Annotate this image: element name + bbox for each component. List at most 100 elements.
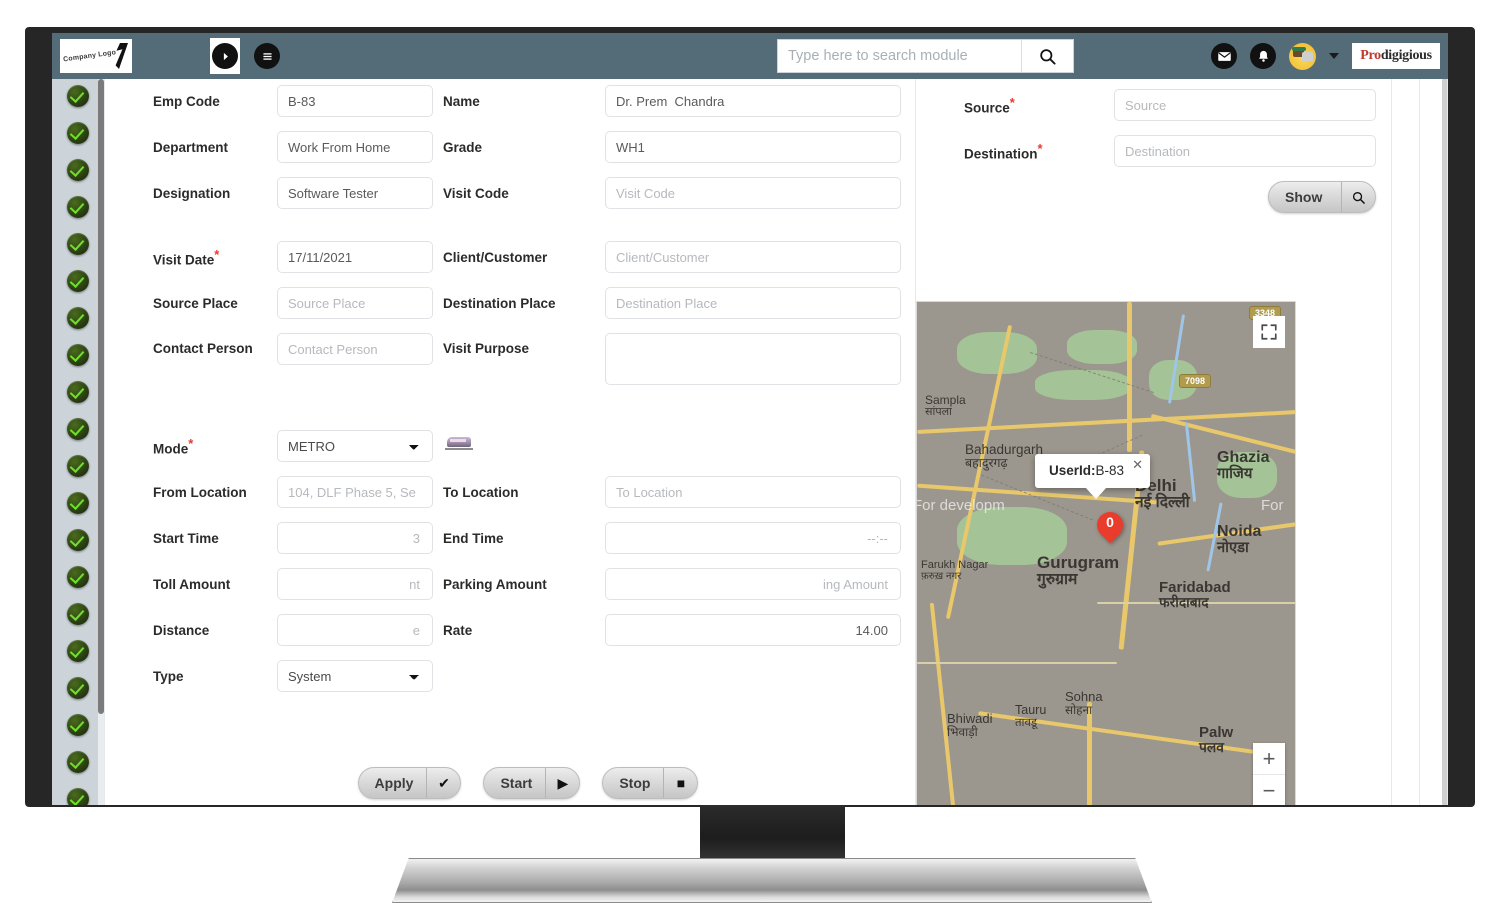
map-green-area (957, 332, 1037, 374)
zoom-in-button[interactable]: + (1253, 743, 1285, 775)
empty-column (1391, 79, 1419, 805)
green-check-icon[interactable] (67, 381, 89, 403)
green-check-icon[interactable] (67, 159, 89, 181)
show-button-align: Show (1114, 181, 1376, 213)
input-end-time[interactable] (605, 522, 901, 554)
green-check-icon[interactable] (67, 344, 89, 366)
label-distance: Distance (153, 622, 210, 638)
start-button-label: Start (500, 775, 533, 791)
green-check-icon[interactable] (67, 603, 89, 625)
map-place-name-hi: सोहना (1065, 702, 1093, 717)
green-check-icon[interactable] (67, 714, 89, 736)
green-check-icon[interactable] (67, 455, 89, 477)
map-info-window[interactable]: UserId:B-83 ✕ (1035, 454, 1151, 499)
green-check-icon[interactable] (67, 122, 89, 144)
nav-forward-button[interactable] (210, 38, 240, 74)
label-visit-code: Visit Code (443, 185, 509, 201)
page-scrollbar[interactable] (1442, 79, 1447, 805)
stop-button[interactable]: Stop ■ (602, 767, 699, 799)
zoom-out-button[interactable]: − (1253, 775, 1285, 805)
section-gap-2 (153, 404, 901, 424)
brand-logo-pro: Pro (1360, 48, 1381, 63)
input-source[interactable] (1114, 89, 1376, 121)
google-map[interactable]: Sampla सांपला Bahadurgarh बहादुरगढ़ Delhi नई … (916, 301, 1296, 805)
label-parking-amount: Parking Amount (443, 576, 547, 592)
map-place-name-en: Sampla (925, 393, 966, 407)
start-button[interactable]: Start ▶ (483, 767, 581, 799)
global-search[interactable] (777, 39, 1074, 73)
messages-button[interactable] (1211, 43, 1237, 69)
green-check-icon[interactable] (67, 751, 89, 773)
map-road (1087, 702, 1092, 805)
input-parking-amount[interactable] (605, 568, 901, 600)
input-emp-code[interactable] (277, 85, 433, 117)
status-rail-icons (52, 85, 104, 805)
input-client-customer[interactable] (605, 241, 901, 273)
company-logo[interactable]: Company Logo (60, 39, 132, 73)
map-road (917, 410, 1295, 434)
map-place-label: Faridabad फरीदाबाद (1159, 580, 1231, 610)
label-start-time: Start Time (153, 530, 219, 546)
green-check-icon[interactable] (67, 233, 89, 255)
label-contact-person: Contact Person (153, 341, 253, 356)
input-visit-code[interactable] (605, 177, 901, 209)
green-check-icon[interactable] (67, 270, 89, 292)
input-source-place[interactable] (277, 287, 433, 319)
input-to-location[interactable] (605, 476, 901, 508)
input-destination-place[interactable] (605, 287, 901, 319)
play-icon: ▶ (545, 768, 579, 798)
notifications-button[interactable] (1250, 43, 1276, 69)
input-department[interactable] (277, 131, 433, 163)
apply-button[interactable]: Apply ✔ (357, 767, 462, 799)
green-check-icon[interactable] (67, 418, 89, 440)
label-source-place: Source Place (153, 295, 238, 311)
green-check-icon[interactable] (67, 677, 89, 699)
green-check-icon[interactable] (67, 788, 89, 805)
label-designation: Designation (153, 185, 231, 201)
search-input[interactable] (778, 40, 1021, 72)
green-check-icon[interactable] (67, 85, 89, 107)
green-check-icon[interactable] (67, 529, 89, 551)
fullscreen-button[interactable] (1253, 316, 1285, 348)
input-start-time[interactable] (277, 522, 433, 554)
apply-button-label: Apply (374, 775, 414, 791)
map-place-name-en: Ghazia (1217, 449, 1270, 466)
map-watermark-left: For developm (916, 497, 1005, 514)
input-name[interactable] (605, 85, 901, 117)
map-place-name-en: Sohna (1065, 689, 1103, 704)
green-check-icon[interactable] (67, 307, 89, 329)
label-mode-text: Mode (153, 441, 189, 457)
input-contact-person[interactable] (277, 333, 433, 365)
green-check-icon[interactable] (67, 566, 89, 588)
input-toll-amount[interactable] (277, 568, 433, 600)
input-destination[interactable] (1114, 135, 1376, 167)
map-marker[interactable]: 0 (1091, 506, 1129, 548)
row-start-time: Start Time End Time (153, 522, 901, 554)
green-check-icon[interactable] (67, 640, 89, 662)
input-designation[interactable] (277, 177, 433, 209)
search-button[interactable] (1021, 40, 1073, 72)
user-avatar[interactable] (1289, 42, 1316, 70)
green-check-icon[interactable] (67, 492, 89, 514)
input-from-location[interactable] (277, 476, 433, 508)
chevron-down-icon[interactable] (1329, 53, 1339, 59)
map-place-name-hi: सांपला (925, 405, 952, 418)
label-source-text: Source (964, 100, 1010, 116)
map-place-label: Sohna सोहना (1065, 690, 1103, 716)
input-visit-date[interactable] (277, 241, 433, 273)
green-check-icon[interactable] (67, 196, 89, 218)
required-marker: * (1009, 94, 1015, 110)
select-mode[interactable]: METROCABBUSTRAINOWN VEHICLE (277, 430, 433, 462)
input-distance[interactable] (277, 614, 433, 646)
nav-menu-button[interactable] (254, 43, 280, 69)
select-type[interactable]: SystemManual (277, 660, 433, 692)
show-button[interactable]: Show (1268, 181, 1376, 213)
row-visit-date: Visit Date* Client/Customer (153, 241, 901, 273)
input-rate[interactable] (605, 614, 901, 646)
close-icon[interactable]: ✕ (1132, 458, 1143, 471)
input-visit-purpose[interactable] (605, 333, 901, 385)
label-toll-amount: Toll Amount (153, 576, 231, 592)
input-grade[interactable] (605, 131, 901, 163)
label-destination-text: Destination (964, 146, 1038, 162)
map-place-label: Bhiwadi भिवाड़ी (947, 712, 993, 738)
